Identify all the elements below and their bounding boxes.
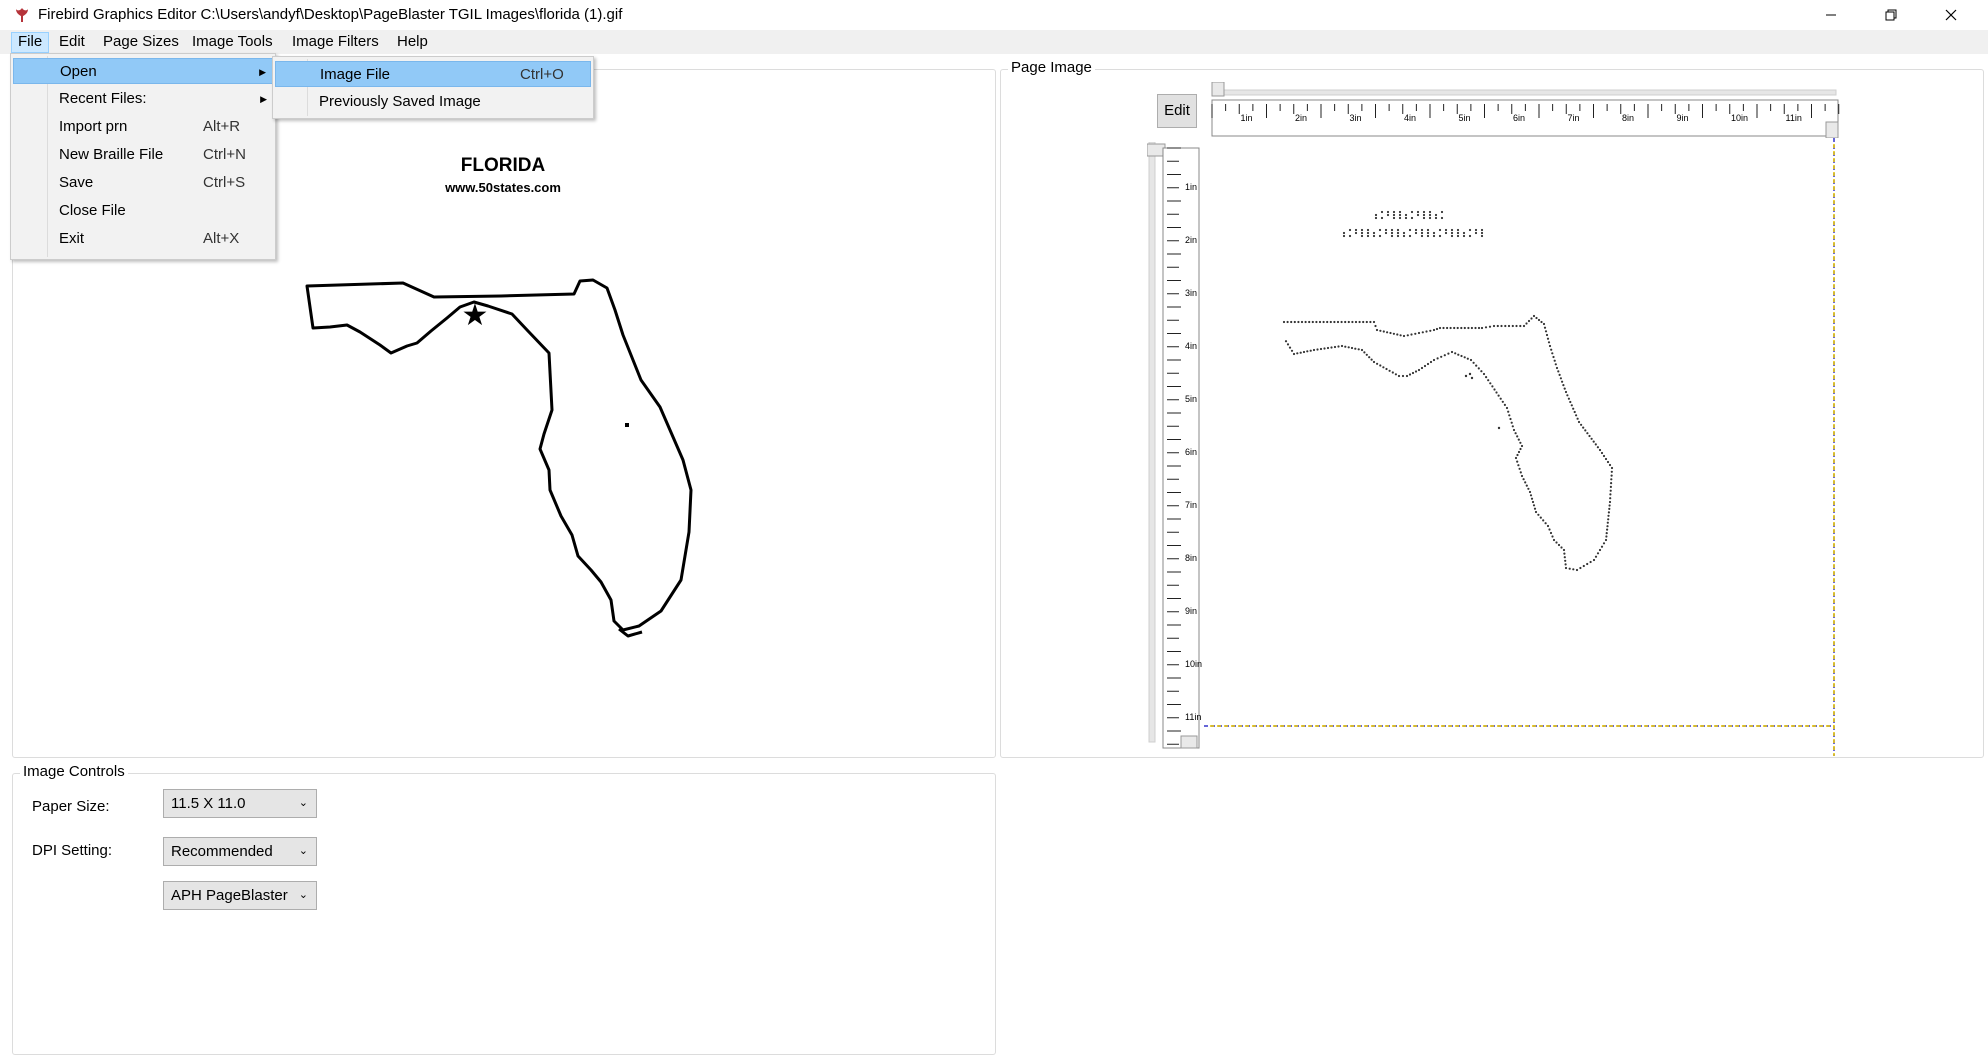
vruler-label: 5in bbox=[1185, 394, 1197, 404]
ruler-label: 11in bbox=[1786, 113, 1802, 123]
chevron-down-icon: ⌄ bbox=[298, 889, 308, 901]
menu-item-close-file[interactable]: Close File bbox=[13, 198, 273, 224]
menu-help[interactable]: Help bbox=[391, 32, 434, 53]
menu-item-label: Close File bbox=[59, 202, 126, 219]
vruler-label: 11in bbox=[1185, 712, 1201, 722]
menu-item-shortcut: Ctrl+N bbox=[203, 146, 246, 163]
page-image-title: Page Image bbox=[1008, 59, 1095, 76]
restore-button[interactable] bbox=[1862, 0, 1920, 30]
menu-item-shortcut: Alt+X bbox=[203, 230, 240, 247]
window-title: Firebird Graphics Editor C:\Users\andyf\… bbox=[38, 6, 623, 23]
ruler-label: 9in bbox=[1677, 113, 1689, 123]
image-subtitle: www.50states.com bbox=[444, 180, 561, 195]
restore-icon bbox=[1885, 9, 1897, 21]
menu-item-label: Open bbox=[60, 63, 97, 80]
menu-bar: File Edit Page Sizes Image Tools Image F… bbox=[0, 30, 1988, 54]
submenu-arrow-icon: ▶ bbox=[260, 94, 267, 104]
submenu-arrow-icon: ▶ bbox=[259, 67, 266, 77]
ruler-label: 4in bbox=[1404, 113, 1416, 123]
ruler-label: 3in bbox=[1350, 113, 1362, 123]
vruler-label: 4in bbox=[1185, 341, 1197, 351]
open-submenu: Image File Ctrl+O Previously Saved Image bbox=[272, 56, 594, 119]
menu-item-save[interactable]: Save Ctrl+S bbox=[13, 170, 273, 196]
vertical-ruler[interactable]: 1in 2in 3in 4in 5in 6in 7in 8in 9in 10in 11in bbox=[1147, 142, 1203, 756]
ruler-label: 1in bbox=[1241, 113, 1253, 123]
ruler-label: 8in bbox=[1622, 113, 1634, 123]
vruler-label: 2in bbox=[1185, 235, 1197, 245]
lake-mark bbox=[625, 423, 629, 427]
ruler-right-handle[interactable] bbox=[1825, 121, 1839, 138]
capital-star-icon: ★ bbox=[462, 298, 489, 333]
dpi-setting-label: DPI Setting: bbox=[32, 842, 113, 859]
vruler-slider-thumb[interactable] bbox=[1147, 143, 1166, 157]
dpi-setting-value: Recommended bbox=[171, 843, 273, 860]
ruler-label: 10in bbox=[1731, 113, 1748, 123]
chevron-down-icon: ⌄ bbox=[298, 797, 308, 809]
device-select[interactable]: APH PageBlaster ⌄ bbox=[163, 881, 317, 910]
menu-item-exit[interactable]: Exit Alt+X bbox=[13, 226, 273, 252]
menu-edit[interactable]: Edit bbox=[53, 32, 91, 53]
menu-page-sizes[interactable]: Page Sizes bbox=[97, 32, 185, 53]
horizontal-ruler[interactable]: 1in 2in 3in 4in 5in 6in 7in 8in 9in 10in 11in bbox=[1204, 82, 1844, 138]
vruler-label: 10in bbox=[1185, 659, 1202, 669]
device-value: APH PageBlaster bbox=[171, 887, 288, 904]
ruler-label: 7in bbox=[1568, 113, 1580, 123]
title-bar: Firebird Graphics Editor C:\Users\andyf\… bbox=[0, 0, 1988, 30]
menu-item-import-prn[interactable]: Import prn Alt+R bbox=[13, 114, 273, 140]
image-title: FLORIDA bbox=[461, 155, 546, 176]
vruler-label: 6in bbox=[1185, 447, 1197, 457]
menu-item-label: Save bbox=[59, 174, 94, 191]
firebird-icon bbox=[16, 8, 28, 22]
dpi-setting-select[interactable]: Recommended ⌄ bbox=[163, 837, 317, 866]
menu-item-label: Exit bbox=[59, 230, 85, 247]
vruler-label: 1in bbox=[1185, 182, 1197, 192]
menu-item-label: Import prn bbox=[59, 118, 128, 135]
paper-size-select[interactable]: 11.5 X 11.0 ⌄ bbox=[163, 789, 317, 818]
chevron-down-icon: ⌄ bbox=[298, 845, 308, 857]
close-icon bbox=[1945, 9, 1957, 21]
menu-item-shortcut: Alt+R bbox=[203, 118, 241, 135]
menu-image-tools[interactable]: Image Tools bbox=[186, 32, 279, 53]
ruler-slider-thumb[interactable] bbox=[1211, 82, 1225, 97]
file-menu: Open ▶ Recent Files: ▶ Import prn Alt+R … bbox=[10, 53, 276, 260]
menu-item-recent-files[interactable]: Recent Files: ▶ bbox=[13, 86, 273, 112]
vruler-label: 8in bbox=[1185, 553, 1197, 563]
vruler-label: 7in bbox=[1185, 500, 1197, 510]
menu-item-label: New Braille File bbox=[59, 146, 164, 163]
ruler-label: 6in bbox=[1513, 113, 1525, 123]
menu-item-image-file[interactable]: Image File Ctrl+O bbox=[275, 61, 591, 87]
menu-item-label: Recent Files: bbox=[59, 90, 147, 107]
menu-file[interactable]: File bbox=[11, 32, 50, 53]
menu-item-label: Image File bbox=[320, 66, 391, 83]
image-controls-title: Image Controls bbox=[20, 763, 128, 780]
ruler-label: 2in bbox=[1295, 113, 1307, 123]
braille-page-canvas[interactable] bbox=[1204, 138, 1844, 756]
menu-item-open[interactable]: Open ▶ bbox=[13, 58, 273, 84]
minimize-icon bbox=[1826, 14, 1836, 16]
braille-graphic bbox=[1282, 210, 1614, 572]
close-button[interactable] bbox=[1922, 0, 1980, 30]
menu-item-label: Previously Saved Image bbox=[319, 93, 481, 110]
menu-item-shortcut: Ctrl+O bbox=[520, 66, 564, 83]
vruler-label: 9in bbox=[1185, 606, 1197, 616]
menu-image-filters[interactable]: Image Filters bbox=[286, 32, 385, 53]
paper-size-label: Paper Size: bbox=[32, 798, 110, 815]
edit-button[interactable]: Edit bbox=[1157, 94, 1197, 128]
image-controls-panel: Image Controls Paper Size: 11.5 X 11.0 ⌄… bbox=[12, 763, 996, 1055]
vruler-label: 3in bbox=[1185, 288, 1197, 298]
menu-item-shortcut: Ctrl+S bbox=[203, 174, 246, 191]
florida-outline bbox=[305, 278, 693, 638]
vruler-bottom-handle[interactable] bbox=[1180, 735, 1198, 749]
menu-item-previously-saved-image[interactable]: Previously Saved Image bbox=[275, 89, 591, 115]
ruler-scrollbar-track[interactable] bbox=[1211, 89, 1837, 96]
menu-item-new-braille-file[interactable]: New Braille File Ctrl+N bbox=[13, 142, 273, 168]
minimize-button[interactable] bbox=[1802, 0, 1860, 30]
ruler-label: 5in bbox=[1459, 113, 1471, 123]
vruler-scrollbar-track[interactable] bbox=[1148, 142, 1156, 743]
paper-size-value: 11.5 X 11.0 bbox=[171, 795, 246, 812]
